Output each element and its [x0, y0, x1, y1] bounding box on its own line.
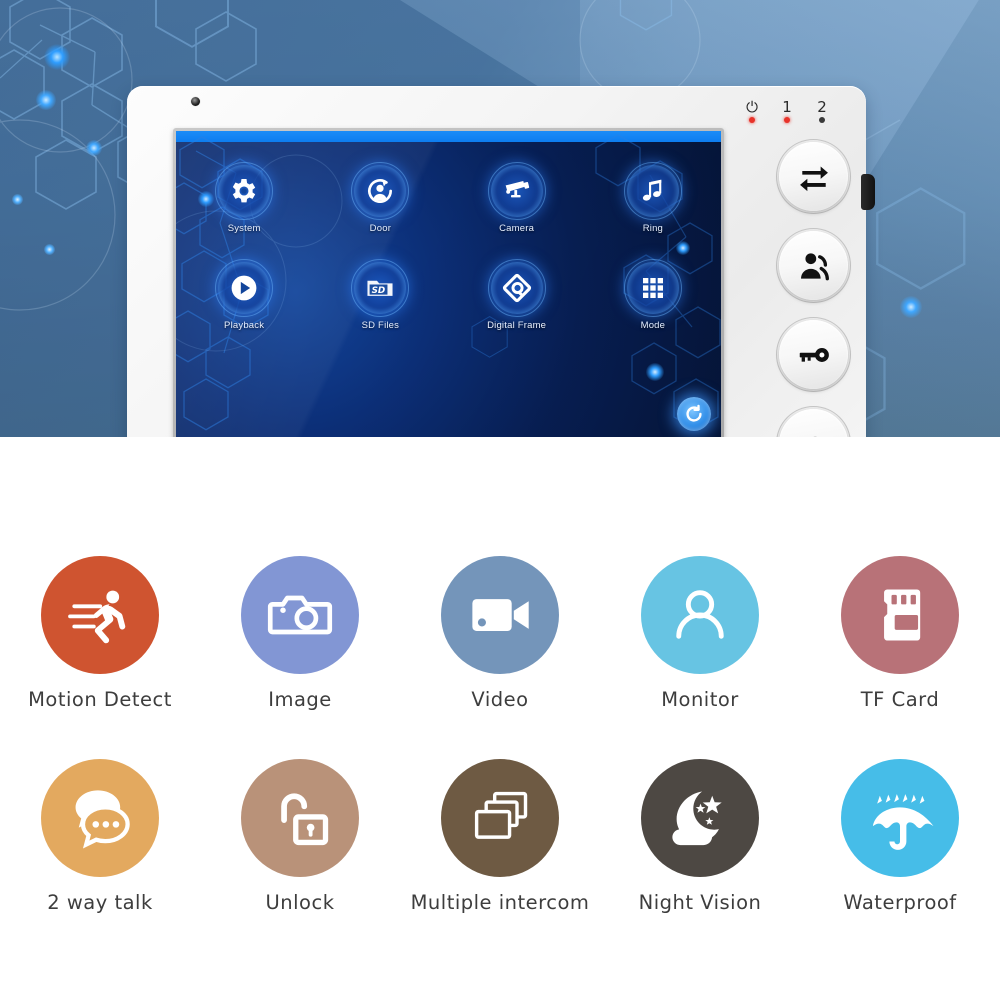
power-led	[749, 117, 755, 123]
intercom-people-icon	[800, 252, 829, 280]
channel-1-label: 1	[782, 98, 792, 116]
feature-motion-detect[interactable]: Motion Detect	[0, 556, 200, 711]
switch-arrows-icon	[799, 166, 828, 191]
channel-2-indicator: 2	[813, 100, 831, 123]
channel-1-led	[784, 117, 790, 123]
menu-item-camera[interactable]: Camera	[449, 162, 585, 234]
feature-icon-section: Motion Detect Image Video Monitor TF Car…	[0, 556, 1000, 914]
camera-photo-icon	[241, 556, 359, 674]
power-icon: ⏻	[746, 98, 758, 116]
hangup-phone-button[interactable]	[779, 409, 848, 437]
device-screen[interactable]: System Door Camera Ring Playback SD SD F…	[176, 131, 721, 437]
svg-text:SD: SD	[372, 286, 386, 296]
menu-item-sd-files[interactable]: SD SD Files	[312, 259, 448, 331]
feature-label: Waterproof	[843, 891, 957, 914]
feature-video[interactable]: Video	[400, 556, 600, 711]
menu-label: Playback	[224, 320, 265, 331]
menu-item-digital-frame[interactable]: Digital Frame	[449, 259, 585, 331]
feature-row-1: Motion Detect Image Video Monitor TF Car…	[0, 556, 1000, 711]
feature-label: Multiple intercom	[410, 891, 590, 914]
key-unlock-button[interactable]	[779, 320, 848, 389]
grid-squares-icon	[623, 259, 682, 317]
camera-lens-icon	[191, 97, 200, 106]
hardware-button-column	[779, 142, 848, 437]
feature-night-vision[interactable]: Night Vision	[600, 759, 800, 914]
menu-item-ring[interactable]: Ring	[585, 162, 721, 234]
feature-row-2: 2 way talk Unlock Multiple intercom Nigh…	[0, 759, 1000, 914]
feature-label: Unlock	[265, 891, 335, 914]
feature-2-way-talk[interactable]: 2 way talk	[0, 759, 200, 914]
menu-item-playback[interactable]: Playback	[176, 259, 312, 331]
screen-menu-grid: System Door Camera Ring Playback SD SD F…	[176, 162, 721, 331]
menu-label: Digital Frame	[487, 320, 547, 331]
play-circle-icon	[215, 259, 274, 317]
sd-card-folder-icon: SD	[351, 259, 410, 317]
channel-2-label: 2	[817, 98, 827, 116]
device-body: ⏻ 1 2 System Door Camera Ring Playback S…	[127, 86, 875, 437]
menu-label: Mode	[640, 320, 666, 331]
feature-waterproof[interactable]: Waterproof	[800, 759, 1000, 914]
hero-banner: ⏻ 1 2 System Door Camera Ring Playback S…	[0, 0, 1000, 437]
tf-card-icon	[841, 556, 959, 674]
feature-label: Video	[471, 688, 529, 711]
menu-label: Camera	[499, 223, 535, 234]
open-padlock-icon	[241, 759, 359, 877]
feature-label: Image	[268, 688, 332, 711]
feature-label: 2 way talk	[47, 891, 153, 914]
chat-bubbles-icon	[41, 759, 159, 877]
feature-label: Monitor	[661, 688, 739, 711]
refresh-back-icon[interactable]	[677, 397, 711, 431]
menu-item-door[interactable]: Door	[312, 162, 448, 234]
feature-multiple-intercom[interactable]: Multiple intercom	[400, 759, 600, 914]
menu-item-system[interactable]: System	[176, 162, 312, 234]
channel-1-indicator: 1	[778, 100, 796, 123]
feature-label: Motion Detect	[28, 688, 172, 711]
moon-cloud-stars-icon	[641, 759, 759, 877]
person-monitor-icon	[641, 556, 759, 674]
feature-label: TF Card	[860, 688, 940, 711]
running-man-icon	[41, 556, 159, 674]
feature-image[interactable]: Image	[200, 556, 400, 711]
switch-arrows-button[interactable]	[779, 142, 848, 211]
umbrella-rain-icon	[841, 759, 959, 877]
gear-icon	[215, 162, 274, 220]
channel-2-led	[819, 117, 825, 123]
menu-label: Door	[369, 223, 392, 234]
feature-unlock[interactable]: Unlock	[200, 759, 400, 914]
power-indicator: ⏻	[743, 100, 761, 123]
feature-label: Night Vision	[638, 891, 762, 914]
door-person-icon	[351, 162, 410, 220]
video-camera-icon	[441, 556, 559, 674]
key-unlock-icon	[799, 347, 829, 362]
menu-item-mode[interactable]: Mode	[585, 259, 721, 331]
menu-label: Ring	[642, 223, 664, 234]
menu-label: System	[227, 223, 261, 234]
stacked-frames-icon	[441, 759, 559, 877]
photo-frame-icon	[487, 259, 546, 317]
feature-tf-card[interactable]: TF Card	[800, 556, 1000, 711]
menu-label: SD Files	[361, 320, 400, 331]
status-indicator-row: ⏻ 1 2	[743, 100, 831, 123]
screen-bezel: System Door Camera Ring Playback SD SD F…	[173, 128, 724, 437]
device-side-button[interactable]	[861, 174, 875, 210]
hangup-phone-icon	[811, 436, 820, 437]
music-note-icon	[623, 162, 682, 220]
intercom-people-button[interactable]	[779, 231, 848, 300]
feature-monitor[interactable]: Monitor	[600, 556, 800, 711]
cctv-camera-icon	[487, 162, 546, 220]
